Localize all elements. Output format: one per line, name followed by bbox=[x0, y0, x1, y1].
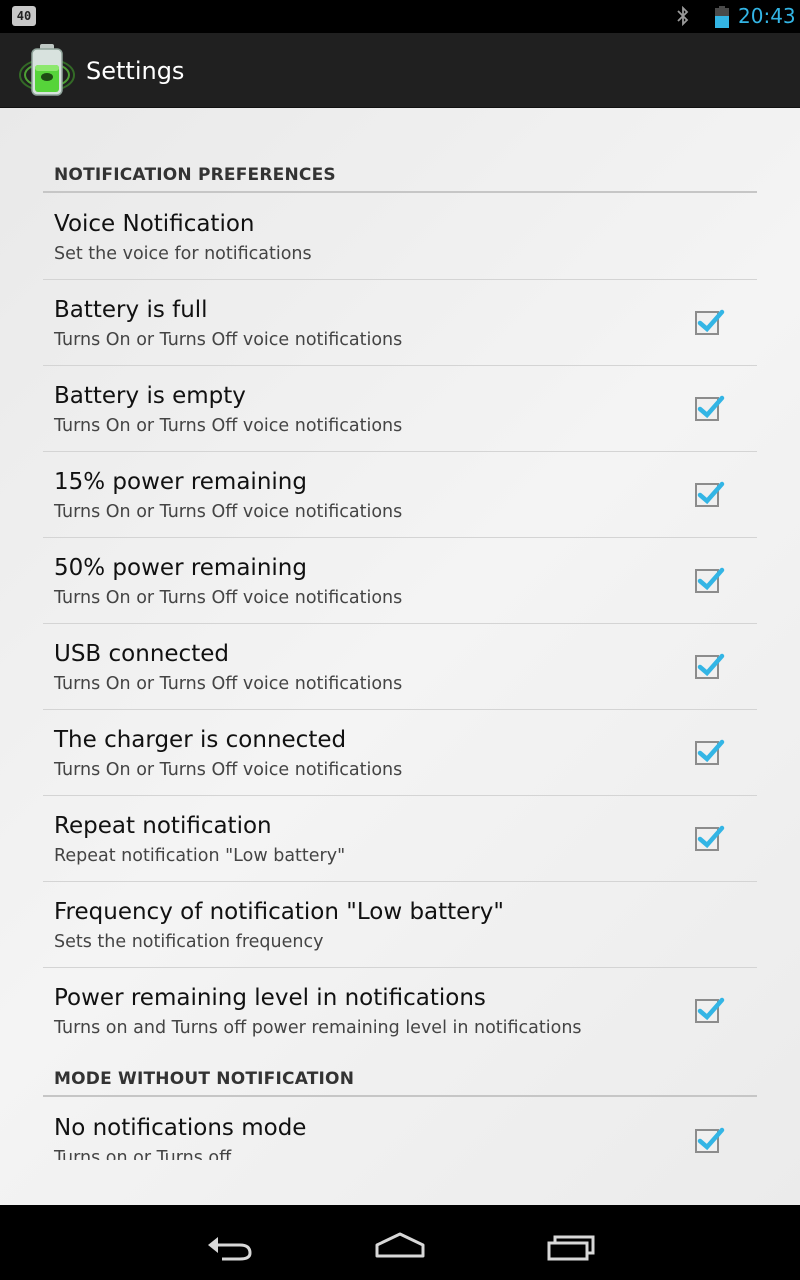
pref-title: Power remaining level in notifications bbox=[54, 985, 486, 1011]
category-notification-preferences: NOTIFICATION PREFERENCES bbox=[43, 162, 757, 193]
pref-battery-empty[interactable]: Battery is empty Turns On or Turns Off v… bbox=[43, 366, 757, 452]
pref-title: No notifications mode bbox=[54, 1115, 307, 1141]
pref-title: Battery is empty bbox=[54, 383, 246, 409]
check-icon bbox=[697, 653, 725, 677]
50-percent-checkbox[interactable] bbox=[695, 567, 725, 593]
back-icon[interactable] bbox=[200, 1223, 260, 1263]
action-bar-title: Settings bbox=[86, 57, 185, 85]
check-icon bbox=[697, 1127, 725, 1151]
battery-icon bbox=[715, 6, 729, 28]
15-percent-checkbox[interactable] bbox=[695, 481, 725, 507]
home-icon[interactable] bbox=[370, 1223, 430, 1263]
settings-list[interactable]: NOTIFICATION PREFERENCES Voice Notificat… bbox=[0, 108, 800, 1205]
pref-title: USB connected bbox=[54, 641, 229, 667]
pref-summary: Turns on and Turns off power remaining l… bbox=[54, 1018, 582, 1038]
pref-summary: Turns On or Turns Off voice notification… bbox=[54, 760, 403, 780]
category-mode-without-notification: MODE WITHOUT NOTIFICATION bbox=[43, 1066, 757, 1097]
pref-title: Frequency of notification "Low battery" bbox=[54, 899, 504, 925]
check-icon bbox=[697, 395, 725, 419]
check-icon bbox=[697, 825, 725, 849]
check-icon bbox=[697, 567, 725, 591]
check-icon bbox=[697, 739, 725, 763]
pref-summary: Turns on or Turns off bbox=[54, 1148, 232, 1160]
pref-power-level[interactable]: Power remaining level in notifications T… bbox=[43, 968, 757, 1054]
pref-title: Battery is full bbox=[54, 297, 208, 323]
check-icon bbox=[697, 309, 725, 333]
pref-repeat-notification[interactable]: Repeat notification Repeat notification … bbox=[43, 796, 757, 882]
pref-15-percent[interactable]: 15% power remaining Turns On or Turns Of… bbox=[43, 452, 757, 538]
battery-empty-checkbox[interactable] bbox=[695, 395, 725, 421]
navigation-bar bbox=[0, 1205, 800, 1280]
check-icon bbox=[697, 481, 725, 505]
category-label: MODE WITHOUT NOTIFICATION bbox=[54, 1069, 355, 1089]
pref-title: Repeat notification bbox=[54, 813, 272, 839]
pref-usb-connected[interactable]: USB connected Turns On or Turns Off voic… bbox=[43, 624, 757, 710]
pref-no-notifications-mode[interactable]: No notifications mode Turns on or Turns … bbox=[43, 1098, 757, 1160]
pref-notification-frequency[interactable]: Frequency of notification "Low battery" … bbox=[43, 882, 757, 968]
notification-badge: 40 bbox=[12, 6, 36, 26]
pref-battery-full[interactable]: Battery is full Turns On or Turns Off vo… bbox=[43, 280, 757, 366]
pref-title: The charger is connected bbox=[54, 727, 347, 753]
pref-summary: Turns On or Turns Off voice notification… bbox=[54, 588, 403, 608]
status-bar: 40 20:43 bbox=[0, 0, 800, 33]
pref-50-percent[interactable]: 50% power remaining Turns On or Turns Of… bbox=[43, 538, 757, 624]
no-notifications-checkbox[interactable] bbox=[695, 1127, 725, 1153]
check-icon bbox=[697, 997, 725, 1021]
battery-full-checkbox[interactable] bbox=[695, 309, 725, 335]
bluetooth-icon bbox=[674, 5, 692, 27]
pref-summary: Turns On or Turns Off voice notification… bbox=[54, 674, 403, 694]
power-level-checkbox[interactable] bbox=[695, 997, 725, 1023]
pref-summary: Turns On or Turns Off voice notification… bbox=[54, 502, 403, 522]
pref-voice-notification[interactable]: Voice Notification Set the voice for not… bbox=[43, 194, 757, 280]
battery-app-icon[interactable] bbox=[18, 41, 76, 99]
pref-title: Voice Notification bbox=[54, 211, 255, 237]
action-bar: Settings bbox=[0, 33, 800, 108]
pref-summary: Sets the notification frequency bbox=[54, 932, 324, 952]
recents-icon[interactable] bbox=[541, 1223, 601, 1263]
pref-title: 15% power remaining bbox=[54, 469, 307, 495]
repeat-notification-checkbox[interactable] bbox=[695, 825, 725, 851]
pref-summary: Turns On or Turns Off voice notification… bbox=[54, 330, 403, 350]
pref-charger-connected[interactable]: The charger is connected Turns On or Tur… bbox=[43, 710, 757, 796]
usb-connected-checkbox[interactable] bbox=[695, 653, 725, 679]
pref-summary: Set the voice for notifications bbox=[54, 244, 312, 264]
status-clock: 20:43 bbox=[738, 4, 796, 28]
pref-summary: Turns On or Turns Off voice notification… bbox=[54, 416, 403, 436]
pref-summary: Repeat notification "Low battery" bbox=[54, 846, 346, 866]
pref-title: 50% power remaining bbox=[54, 555, 307, 581]
category-label: NOTIFICATION PREFERENCES bbox=[54, 165, 336, 185]
charger-connected-checkbox[interactable] bbox=[695, 739, 725, 765]
